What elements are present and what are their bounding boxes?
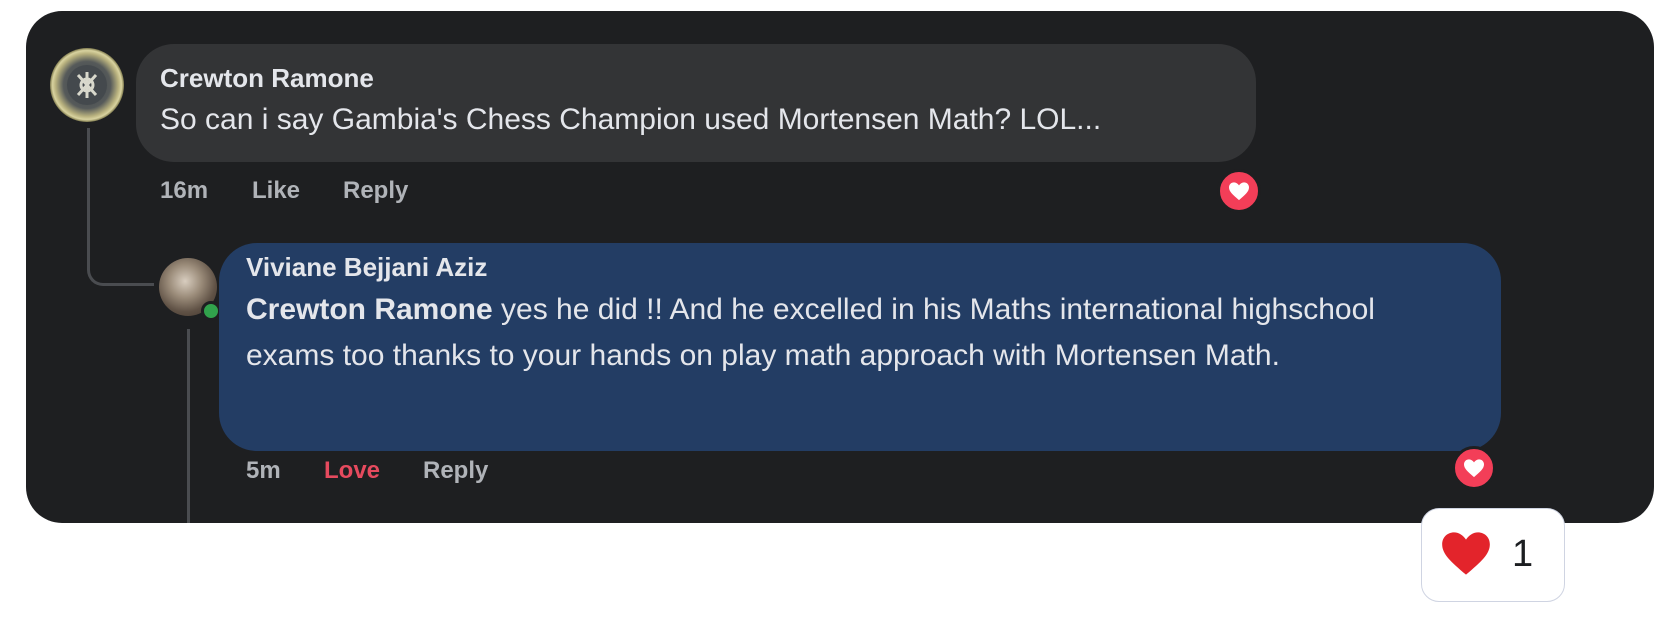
mention-link[interactable]: Crewton Ramone [246, 293, 493, 326]
comment-thread-card: Crewton Ramone So can i say Gambia's Che… [26, 11, 1654, 523]
reply-heart-reaction-badge[interactable] [1452, 446, 1496, 490]
thread-connector-line [87, 128, 154, 286]
reply-button[interactable]: Reply [343, 177, 408, 205]
reply-timestamp[interactable]: 5m [246, 457, 281, 485]
reply-thread-line [187, 329, 190, 523]
comment-timestamp[interactable]: 16m [160, 177, 208, 205]
comment-author[interactable]: Crewton Ramone [160, 63, 374, 94]
heart-icon [1229, 182, 1249, 201]
heart-reaction-badge[interactable] [1217, 169, 1261, 213]
reply-author[interactable]: Viviane Bejjani Aziz [246, 252, 487, 283]
reply-text: Crewton Ramone yes he did !! And he exce… [246, 287, 1466, 379]
red-heart-icon [1442, 532, 1490, 575]
reply-reply-button[interactable]: Reply [423, 457, 488, 485]
love-reaction-button[interactable]: Love [324, 457, 380, 485]
reaction-summary-button[interactable]: 1 [1421, 508, 1565, 602]
avatar[interactable] [50, 48, 124, 122]
reaction-count: 1 [1512, 533, 1534, 575]
logo-emblem-icon [67, 65, 107, 105]
heart-icon [1464, 459, 1484, 478]
comment-text: So can i say Gambia's Chess Champion use… [160, 103, 1102, 136]
like-button[interactable]: Like [252, 177, 300, 205]
online-status-dot [201, 301, 221, 321]
